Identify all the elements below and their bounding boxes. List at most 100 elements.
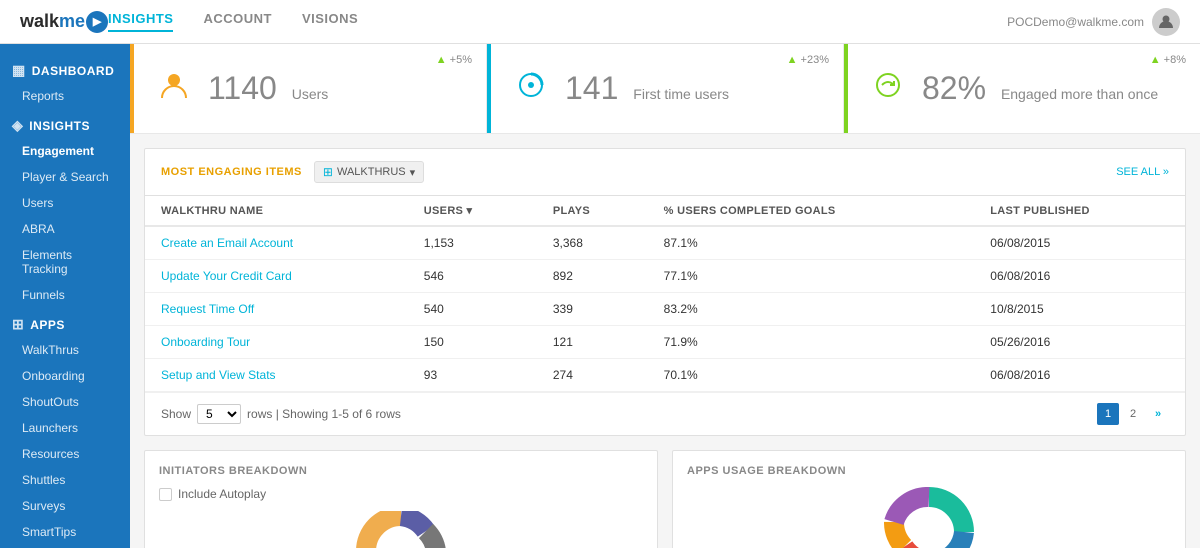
users-icon (160, 71, 188, 106)
nav-account[interactable]: ACCOUNT (203, 11, 272, 32)
initiators-pie (159, 511, 643, 548)
cell-published: 06/08/2016 (974, 260, 1185, 293)
include-autoplay-label: Include Autoplay (178, 487, 266, 501)
stat-first-time-number: 141 First time users (559, 70, 819, 107)
see-all-link[interactable]: SEE ALL » (1116, 166, 1169, 178)
logo-walk: walk (20, 11, 59, 32)
cell-name[interactable]: Create an Email Account (145, 226, 408, 260)
logo-me: me (59, 11, 85, 32)
cell-goals: 87.1% (648, 226, 975, 260)
sidebar-item-abra[interactable]: ABRA (0, 216, 130, 242)
stat-users-info: 1140 Users (202, 70, 462, 107)
sidebar: ▦ DASHBOARD Reports ◈ INSIGHTS Engagemen… (0, 44, 130, 548)
cell-published: 10/8/2015 (974, 293, 1185, 326)
rows-info: rows | Showing 1-5 of 6 rows (247, 407, 401, 421)
table-row: Onboarding Tour 150 121 71.9% 05/26/2016 (145, 326, 1185, 359)
stat-first-time-percent: ▲ +23% (787, 54, 829, 66)
content-area: 1140 Users ▲ +5% (130, 44, 1200, 548)
stat-first-time: 141 First time users ▲ +23% (487, 44, 844, 133)
next-page-button[interactable]: » (1147, 403, 1169, 425)
cell-users: 546 (408, 260, 537, 293)
apps-usage-chart-title: APPS USAGE BREAKDOWN (687, 465, 1171, 477)
sidebar-item-funnels[interactable]: Funnels (0, 282, 130, 308)
sidebar-item-player-search[interactable]: Player & Search (0, 164, 130, 190)
filter-dropdown-icon: ▾ (410, 166, 416, 179)
cell-name[interactable]: Onboarding Tour (145, 326, 408, 359)
logo-dot: ▶ (86, 11, 108, 33)
cell-goals: 83.2% (648, 293, 975, 326)
engaged-icon (874, 71, 902, 106)
cell-name[interactable]: Setup and View Stats (145, 359, 408, 392)
nav-insights[interactable]: INSIGHTS (108, 11, 173, 32)
charts-row: INITIATORS BREAKDOWN Include Autoplay (144, 450, 1186, 548)
stat-users-number: 1140 Users (202, 70, 462, 107)
engaging-items-table: WALKTHRU NAME USERS ▾ PLAYS % USERS COMP… (145, 196, 1185, 392)
cell-published: 05/26/2016 (974, 326, 1185, 359)
table-head: WALKTHRU NAME USERS ▾ PLAYS % USERS COMP… (145, 196, 1185, 226)
include-autoplay-checkbox[interactable] (159, 488, 172, 501)
sidebar-item-reports[interactable]: Reports (0, 83, 130, 109)
sidebar-item-engagement[interactable]: Engagement (0, 138, 130, 164)
cell-name[interactable]: Update Your Credit Card (145, 260, 408, 293)
cell-plays: 339 (537, 293, 648, 326)
sidebar-item-smarttips[interactable]: SmartTips (0, 519, 130, 545)
cell-published: 06/08/2015 (974, 226, 1185, 260)
cell-users: 1,153 (408, 226, 537, 260)
sidebar-item-surveys[interactable]: Surveys (0, 493, 130, 519)
cell-name[interactable]: Request Time Off (145, 293, 408, 326)
sidebar-section-dashboard-label: DASHBOARD (32, 64, 115, 78)
stat-border-users (130, 44, 134, 133)
include-autoplay-option[interactable]: Include Autoplay (159, 487, 643, 501)
user-area: POCDemo@walkme.com (1007, 8, 1180, 36)
table-header: MOST ENGAGING ITEMS ⊞ WALKTHRUS ▾ SEE AL… (145, 149, 1185, 196)
cell-users: 150 (408, 326, 537, 359)
cell-plays: 274 (537, 359, 648, 392)
sidebar-section-insights[interactable]: ◈ INSIGHTS (0, 109, 130, 138)
rows-per-page-select[interactable]: 5 10 25 50 (197, 404, 241, 424)
page-2-button[interactable]: 2 (1122, 403, 1144, 425)
sidebar-item-launchers[interactable]: Launchers (0, 415, 130, 441)
col-plays: PLAYS (537, 196, 648, 226)
table-body: Create an Email Account 1,153 3,368 87.1… (145, 226, 1185, 392)
table-row: Setup and View Stats 93 274 70.1% 06/08/… (145, 359, 1185, 392)
main-nav: INSIGHTS ACCOUNT VISIONS (108, 11, 1007, 32)
cell-users: 540 (408, 293, 537, 326)
sidebar-item-onboarding[interactable]: Onboarding (0, 363, 130, 389)
apps-usage-pie (687, 487, 1171, 548)
filter-icon: ⊞ (323, 165, 333, 179)
sidebar-section-apps[interactable]: ⊞ APPS (0, 308, 130, 337)
main-layout: ▦ DASHBOARD Reports ◈ INSIGHTS Engagemen… (0, 44, 1200, 548)
sidebar-item-shuttles[interactable]: Shuttles (0, 467, 130, 493)
initiators-chart-title: INITIATORS BREAKDOWN (159, 465, 643, 477)
stat-engaged: 82% Engaged more than once ▲ +8% (844, 44, 1200, 133)
cell-goals: 70.1% (648, 359, 975, 392)
table-row: Create an Email Account 1,153 3,368 87.1… (145, 226, 1185, 260)
user-avatar[interactable] (1152, 8, 1180, 36)
sidebar-item-shoutouts[interactable]: ShoutOuts (0, 389, 130, 415)
cell-plays: 892 (537, 260, 648, 293)
sidebar-section-apps-label: APPS (30, 318, 65, 332)
nav-visions[interactable]: VISIONS (302, 11, 358, 32)
cell-plays: 121 (537, 326, 648, 359)
filter-badge[interactable]: ⊞ WALKTHRUS ▾ (314, 161, 424, 183)
top-navigation: walk me ▶ INSIGHTS ACCOUNT VISIONS POCDe… (0, 0, 1200, 44)
table-section-title: MOST ENGAGING ITEMS (161, 166, 302, 178)
sidebar-item-walkthrus[interactable]: WalkThrus (0, 337, 130, 363)
sidebar-section-dashboard[interactable]: ▦ DASHBOARD (0, 54, 130, 83)
sidebar-item-resources[interactable]: Resources (0, 441, 130, 467)
show-label: Show (161, 407, 191, 421)
stat-users: 1140 Users ▲ +5% (130, 44, 487, 133)
stat-engaged-info: 82% Engaged more than once (916, 70, 1176, 107)
cell-goals: 71.9% (648, 326, 975, 359)
col-name: WALKTHRU NAME (145, 196, 408, 226)
pagination: 1 2 » (1097, 403, 1169, 425)
table-section: MOST ENGAGING ITEMS ⊞ WALKTHRUS ▾ SEE AL… (144, 148, 1186, 436)
stat-engaged-percent: ▲ +8% (1150, 54, 1186, 66)
col-users[interactable]: USERS ▾ (408, 196, 537, 226)
table-head-row: WALKTHRU NAME USERS ▾ PLAYS % USERS COMP… (145, 196, 1185, 226)
col-published: LAST PUBLISHED (974, 196, 1185, 226)
sidebar-item-elements-tracking[interactable]: Elements Tracking (0, 242, 130, 282)
logo[interactable]: walk me ▶ (20, 11, 108, 33)
page-1-button[interactable]: 1 (1097, 403, 1119, 425)
sidebar-item-users[interactable]: Users (0, 190, 130, 216)
